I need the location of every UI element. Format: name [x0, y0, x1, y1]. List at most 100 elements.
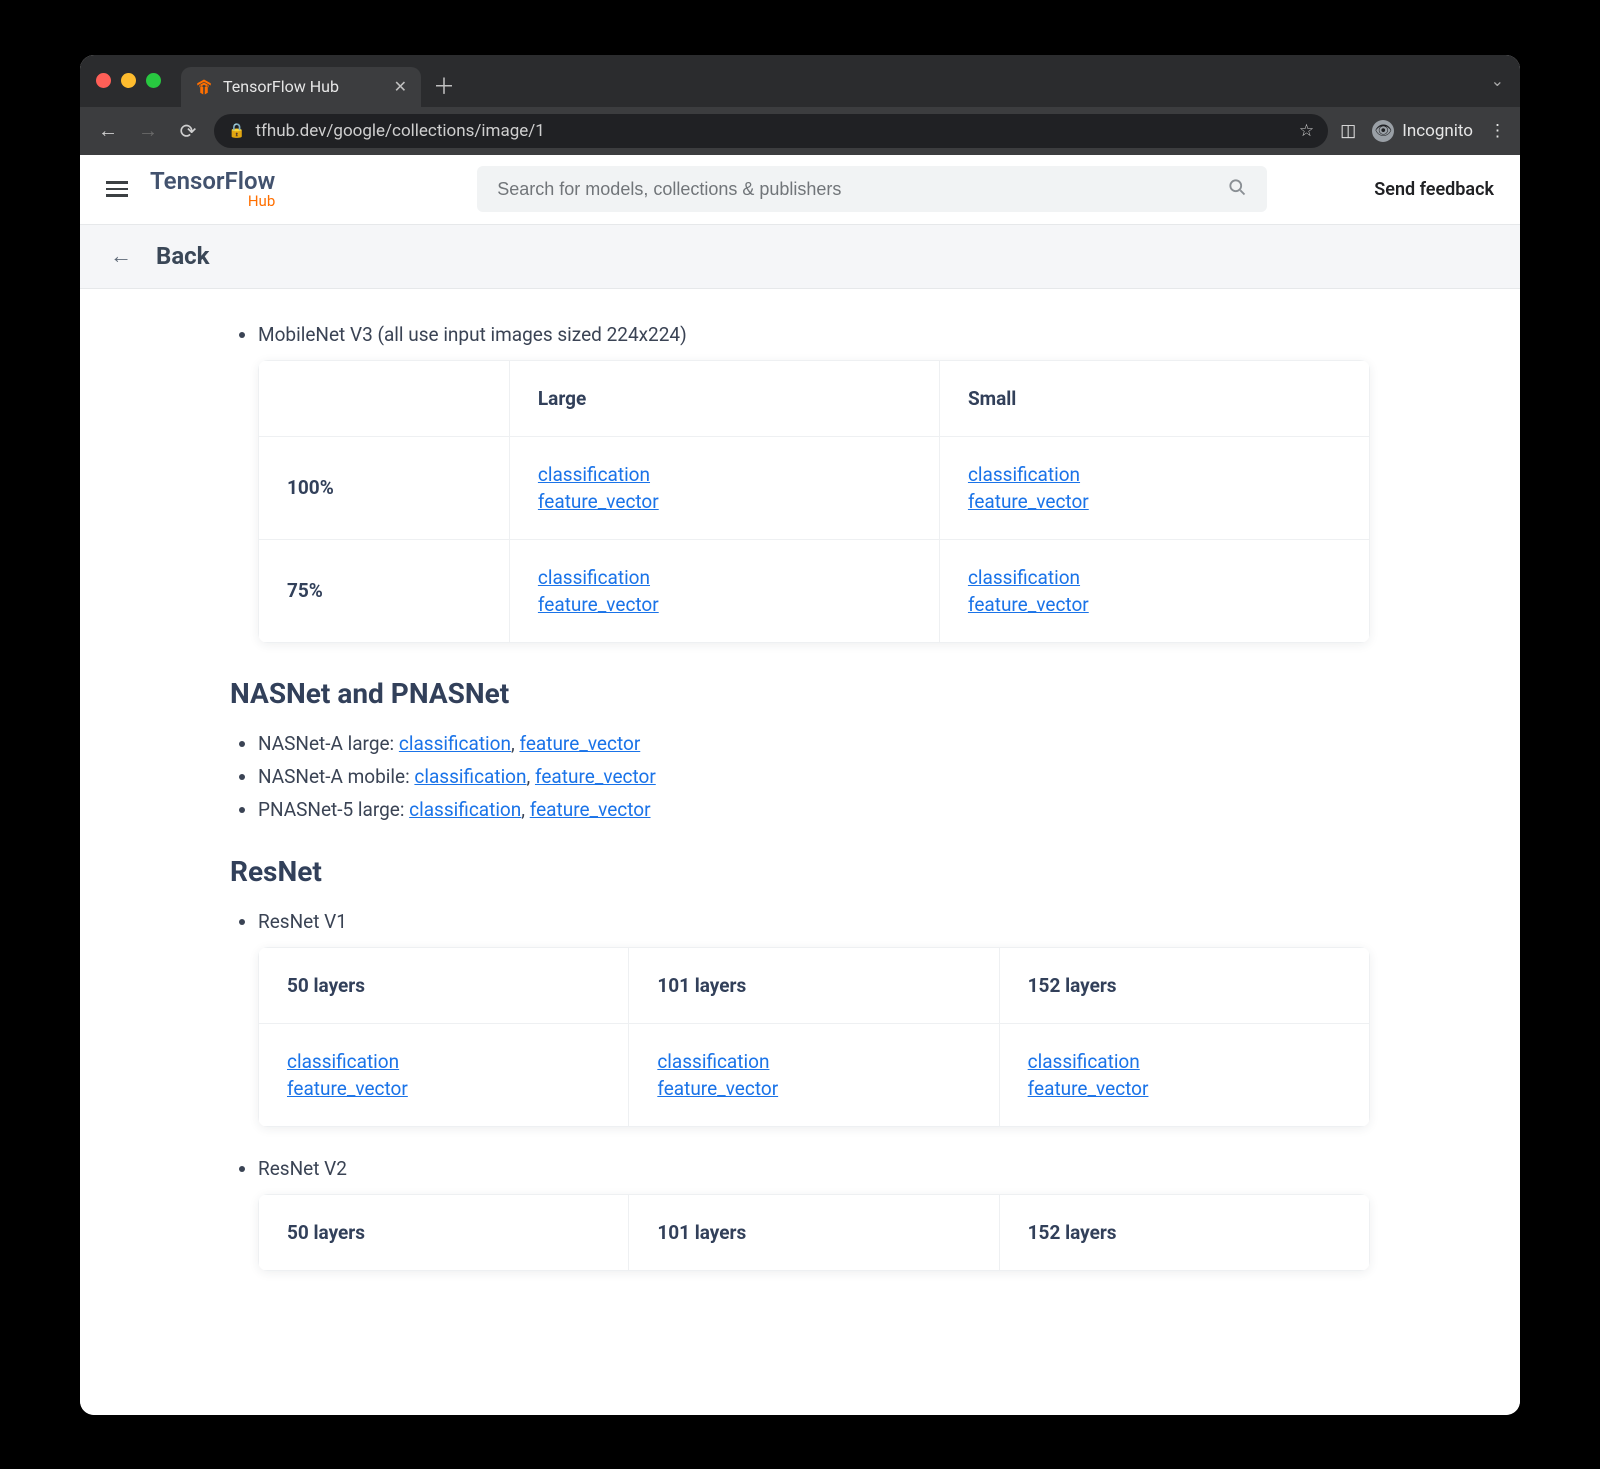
table-cell: classification feature_vector — [509, 436, 939, 539]
search-icon[interactable] — [1227, 177, 1247, 202]
table-cell: classification feature_vector — [259, 1023, 629, 1126]
maximize-window-button[interactable] — [146, 73, 161, 88]
minimize-window-button[interactable] — [121, 73, 136, 88]
classification-link[interactable]: classification — [657, 1050, 970, 1073]
classification-link[interactable]: classification — [968, 463, 1341, 486]
list-item-prefix: NASNet-A large: — [258, 732, 399, 755]
classification-link[interactable]: classification — [1028, 1050, 1341, 1073]
list-item: NASNet-A large: classification, feature_… — [258, 732, 1370, 755]
browser-toolbar: ← → ⟳ 🔒 tfhub.dev/google/collections/ima… — [80, 107, 1520, 155]
kebab-menu-icon[interactable]: ⋮ — [1489, 121, 1506, 141]
classification-link[interactable]: classification — [414, 765, 526, 788]
table-cell: classification feature_vector — [999, 1023, 1369, 1126]
new-tab-button[interactable]: ＋ — [433, 69, 455, 101]
classification-link[interactable]: classification — [409, 798, 521, 821]
incognito-badge[interactable]: 👁 Incognito — [1372, 120, 1473, 142]
table-header: Small — [939, 360, 1369, 436]
classification-link[interactable]: classification — [287, 1050, 600, 1073]
panel-icon[interactable]: ◫ — [1340, 121, 1356, 141]
table-header: 152 layers — [999, 947, 1369, 1023]
table-row: 75% classification feature_vector classi… — [259, 539, 1370, 642]
close-window-button[interactable] — [96, 73, 111, 88]
chevron-down-icon[interactable]: ⌄ — [1491, 71, 1504, 90]
star-icon[interactable]: ☆ — [1299, 121, 1314, 141]
logo-text: TensorFlow — [150, 169, 275, 194]
table-header: 152 layers — [999, 1194, 1369, 1270]
resnet-v1-bullet: ResNet V1 — [258, 910, 347, 933]
feature-vector-link[interactable]: feature_vector — [535, 765, 656, 788]
list-item: MobileNet V3 (all use input images sized… — [258, 323, 1370, 643]
back-bar: ← Back — [80, 225, 1520, 289]
feature-vector-link[interactable]: feature_vector — [968, 593, 1341, 616]
table-row: Large Small — [259, 360, 1370, 436]
table-header: 50 layers — [259, 947, 629, 1023]
resnet-v2-bullet: ResNet V2 — [258, 1157, 347, 1180]
incognito-label: Incognito — [1402, 121, 1473, 141]
feature-vector-link[interactable]: feature_vector — [287, 1077, 600, 1100]
nasnet-heading: NASNet and PNASNet — [230, 677, 1370, 710]
reload-button[interactable]: ⟳ — [174, 119, 202, 143]
table-row: 50 layers 101 layers 152 layers — [259, 947, 1370, 1023]
table-row: 50 layers 101 layers 152 layers — [259, 1194, 1370, 1270]
browser-tab[interactable]: TensorFlow Hub ✕ — [181, 67, 421, 107]
feature-vector-link[interactable]: feature_vector — [530, 798, 651, 821]
page-content[interactable]: MobileNet V3 (all use input images sized… — [80, 289, 1520, 1415]
search-input[interactable] — [497, 179, 1227, 200]
table-cell: classification feature_vector — [509, 539, 939, 642]
table-header: 101 layers — [629, 1194, 999, 1270]
table-header — [259, 360, 510, 436]
feature-vector-link[interactable]: feature_vector — [538, 593, 911, 616]
list-item-prefix: NASNet-A mobile: — [258, 765, 414, 788]
lock-icon: 🔒 — [228, 123, 245, 139]
list-item: PNASNet-5 large: classification, feature… — [258, 798, 1370, 821]
back-arrow-icon[interactable]: ← — [110, 243, 132, 269]
classification-link[interactable]: classification — [538, 463, 911, 486]
browser-tab-strip: TensorFlow Hub ✕ ＋ ⌄ — [80, 55, 1520, 107]
feature-vector-link[interactable]: feature_vector — [1028, 1077, 1341, 1100]
send-feedback-link[interactable]: Send feedback — [1374, 179, 1494, 200]
browser-window: TensorFlow Hub ✕ ＋ ⌄ ← → ⟳ 🔒 tfhub.dev/g… — [80, 55, 1520, 1415]
list-item: NASNet-A mobile: classification, feature… — [258, 765, 1370, 788]
classification-link[interactable]: classification — [399, 732, 511, 755]
table-cell: classification feature_vector — [939, 539, 1369, 642]
list-item-prefix: PNASNet-5 large: — [258, 798, 409, 821]
logo[interactable]: TensorFlow Hub — [150, 169, 275, 210]
incognito-icon: 👁 — [1372, 120, 1394, 142]
row-label: 75% — [259, 539, 510, 642]
window-controls — [96, 73, 161, 88]
table-header: Large — [509, 360, 939, 436]
app-viewport: TensorFlow Hub Send feedback ← Back — [80, 155, 1520, 1415]
table-cell: classification feature_vector — [939, 436, 1369, 539]
address-bar[interactable]: 🔒 tfhub.dev/google/collections/image/1 ☆ — [214, 114, 1328, 148]
table-row: 100% classification feature_vector class… — [259, 436, 1370, 539]
feature-vector-link[interactable]: feature_vector — [968, 490, 1341, 513]
feature-vector-link[interactable]: feature_vector — [538, 490, 911, 513]
table-header: 101 layers — [629, 947, 999, 1023]
forward-button[interactable]: → — [134, 118, 162, 143]
tab-title: TensorFlow Hub — [223, 77, 384, 96]
resnet-v2-table: 50 layers 101 layers 152 layers — [258, 1194, 1370, 1271]
list-item: ResNet V1 50 layers 101 layers 152 layer… — [258, 910, 1370, 1127]
mobilenet-table: Large Small 100% classification — [258, 360, 1370, 643]
classification-link[interactable]: classification — [968, 566, 1341, 589]
tensorflow-icon — [195, 78, 213, 96]
mobilenet-bullet: MobileNet V3 (all use input images sized… — [258, 323, 687, 346]
menu-icon[interactable] — [106, 181, 128, 197]
feature-vector-link[interactable]: feature_vector — [657, 1077, 970, 1100]
feature-vector-link[interactable]: feature_vector — [519, 732, 640, 755]
back-label: Back — [156, 242, 209, 270]
url-text: tfhub.dev/google/collections/image/1 — [255, 121, 1288, 141]
classification-link[interactable]: classification — [538, 566, 911, 589]
close-tab-icon[interactable]: ✕ — [394, 77, 407, 96]
resnet-heading: ResNet — [230, 855, 1370, 888]
logo-subtext: Hub — [248, 194, 275, 210]
table-header: 50 layers — [259, 1194, 629, 1270]
table-cell: classification feature_vector — [629, 1023, 999, 1126]
row-label: 100% — [259, 436, 510, 539]
list-item: ResNet V2 50 layers 101 layers 152 layer… — [258, 1157, 1370, 1271]
search-box[interactable] — [477, 166, 1267, 212]
table-row: classification feature_vector classifica… — [259, 1023, 1370, 1126]
resnet-v1-table: 50 layers 101 layers 152 layers classifi… — [258, 947, 1370, 1127]
back-button[interactable]: ← — [94, 118, 122, 143]
app-header: TensorFlow Hub Send feedback — [80, 155, 1520, 225]
